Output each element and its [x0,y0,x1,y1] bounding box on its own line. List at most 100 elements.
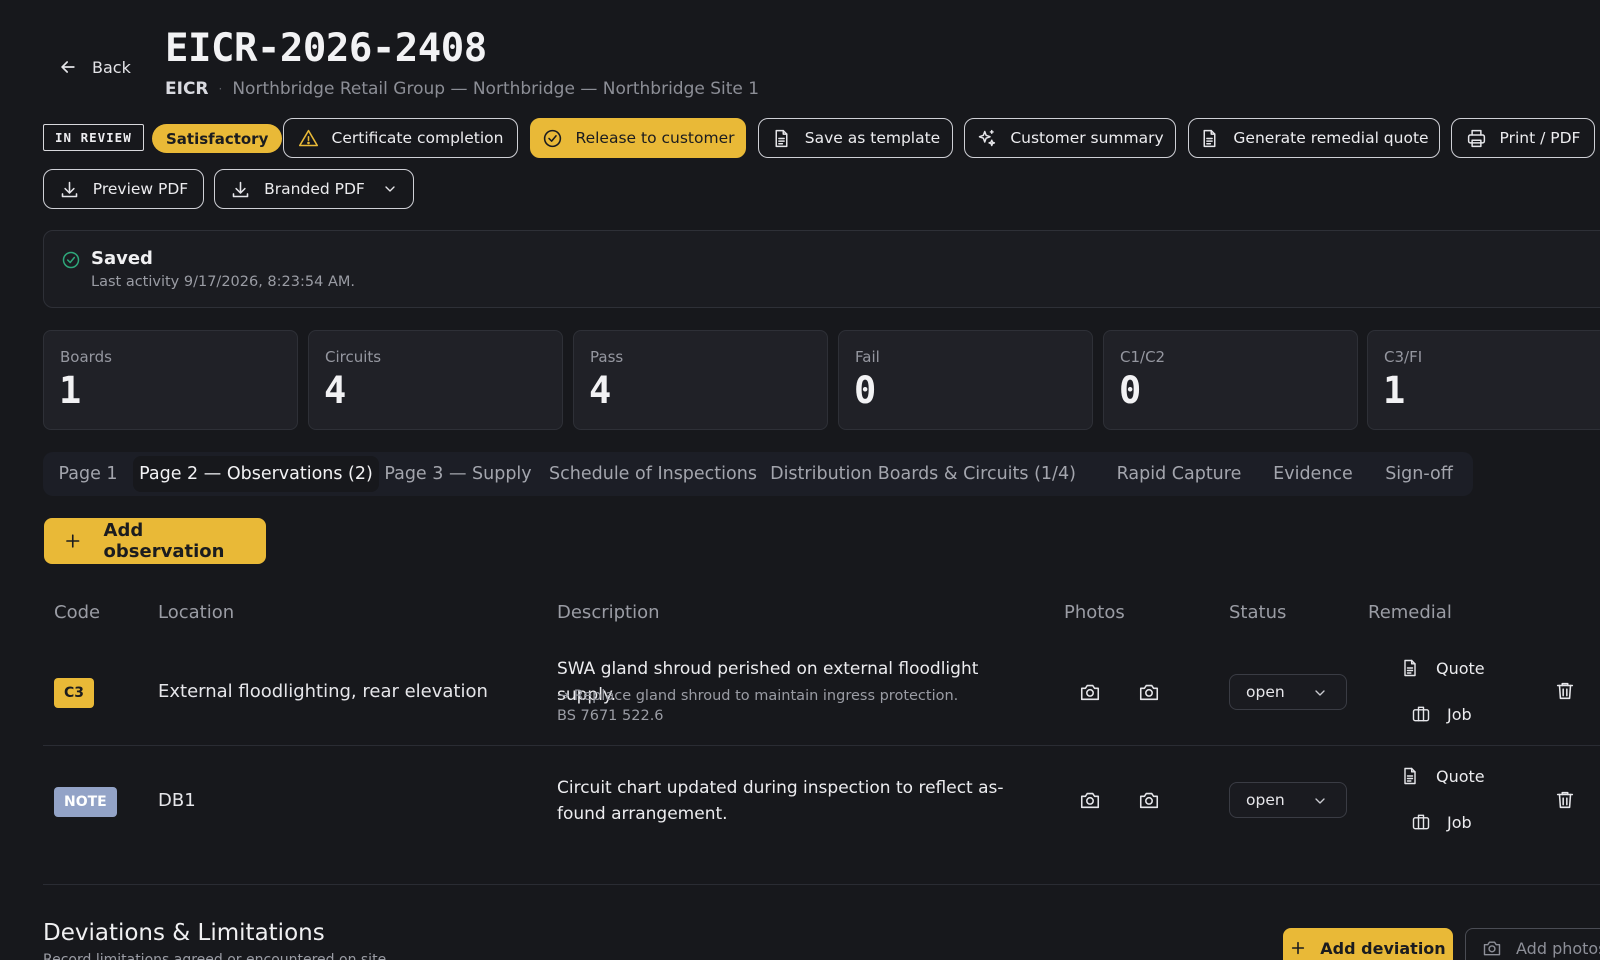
branded-pdf-label: Branded PDF [264,180,365,198]
certificate-completion-button[interactable]: Certificate completion [283,118,518,158]
stat-label: Fail [855,348,880,366]
status-select[interactable]: open [1229,674,1347,710]
chevron-down-icon [1312,685,1328,701]
stat-card-pass: Pass 4 [573,330,828,430]
breadcrumb: EICR · Northbridge Retail Group — Northb… [165,79,759,99]
status-badge: IN REVIEW [43,124,144,151]
tab-distribution-boards[interactable]: Distribution Boards & Circuits (1/4) [770,456,1076,492]
tab-sign-off[interactable]: Sign-off [1373,456,1465,492]
release-to-customer-button[interactable]: Release to customer [530,118,746,158]
document-icon [1199,128,1220,149]
certificate-kind: EICR [165,79,209,99]
stat-card-circuits: Circuits 4 [308,330,563,430]
stat-label: C1/C2 [1120,348,1166,366]
observation-reference: BS 7671 522.6 [557,708,664,724]
code-badge: C3 [54,678,95,708]
job-button[interactable]: Job [1411,700,1472,728]
document-icon [1400,658,1420,678]
print-pdf-button[interactable]: Print / PDF [1451,118,1595,158]
camera-icon [1482,938,1502,958]
job-button[interactable]: Job [1411,808,1472,836]
generate-remedial-quote-button[interactable]: Generate remedial quote [1188,118,1440,158]
camera-icon[interactable] [1138,681,1160,703]
download-icon [230,179,251,200]
stat-value: 4 [589,369,612,412]
stat-label: C3/FI [1384,348,1423,366]
camera-icon[interactable] [1138,789,1160,811]
back-button[interactable]: Back [58,54,131,80]
add-deviation-button[interactable]: Add deviation [1283,928,1453,960]
tab-page-1[interactable]: Page 1 [47,456,129,492]
page-title: EICR-2026-2408 [165,26,487,71]
observation-location: DB1 [158,790,196,811]
sparkles-icon [976,128,997,149]
printer-icon [1466,128,1487,149]
status-value: open [1246,791,1285,809]
result-badge: Satisfactory [152,124,283,153]
customer-summary-label: Customer summary [1010,129,1164,147]
stat-card-c1-c2: C1/C2 0 [1103,330,1358,430]
observation-remedy: → Replace gland shroud to maintain ingre… [557,688,959,704]
add-deviation-label: Add deviation [1320,938,1446,958]
download-icon [59,179,80,200]
generate-remedial-quote-label: Generate remedial quote [1233,129,1429,147]
tab-rapid-capture[interactable]: Rapid Capture [1109,456,1249,492]
check-circle-icon [542,128,563,149]
document-icon [771,128,792,149]
status-select[interactable]: open [1229,782,1347,818]
briefcase-icon [1411,812,1431,832]
tab-evidence[interactable]: Evidence [1263,456,1363,492]
deviations-subtitle: Record limitations agreed or encountered… [43,952,391,960]
certificate-completion-label: Certificate completion [331,129,504,147]
separator-dot: · [218,82,223,96]
column-header-location: Location [158,602,235,623]
section-divider [43,884,1600,885]
quote-label: Quote [1436,658,1485,678]
add-photos-button[interactable]: Add photos [1465,928,1600,960]
chevron-down-icon [1312,793,1328,809]
add-photos-label: Add photos [1516,938,1600,958]
customer-summary-button[interactable]: Customer summary [964,118,1176,158]
preview-pdf-button[interactable]: Preview PDF [43,169,204,209]
stat-card-boards: Boards 1 [43,330,298,430]
deviations-title: Deviations & Limitations [43,920,325,946]
column-header-description: Description [557,602,660,623]
job-label: Job [1447,704,1472,724]
branded-pdf-dropdown[interactable]: Branded PDF [214,169,414,209]
quote-button[interactable]: Quote [1400,654,1485,682]
save-as-template-button[interactable]: Save as template [758,118,953,158]
tab-page-2-observations[interactable]: Page 2 — Observations (2) [133,456,379,492]
quote-button[interactable]: Quote [1400,762,1485,790]
stat-card-c3-fi: C3/FI 1 [1367,330,1600,430]
check-circle-icon [61,250,81,270]
stat-value: 1 [59,369,82,412]
plus-icon [64,532,82,550]
stat-label: Pass [590,348,624,366]
trash-icon[interactable] [1554,680,1576,702]
arrow-left-icon [58,57,78,77]
stat-value: 0 [1119,369,1142,412]
column-header-code: Code [54,602,101,623]
camera-icon[interactable] [1079,681,1101,703]
briefcase-icon [1411,704,1431,724]
release-to-customer-label: Release to customer [575,129,735,147]
tab-page-3-supply[interactable]: Page 3 — Supply [383,456,533,492]
add-observation-label: Add observation [103,520,225,562]
column-header-status: Status [1229,602,1287,623]
plus-icon [1290,940,1306,956]
last-activity: Last activity 9/17/2026, 8:23:54 AM. [91,274,355,290]
trash-icon[interactable] [1554,789,1576,811]
row-divider [43,745,1600,746]
chevron-down-icon [382,181,398,197]
column-header-photos: Photos [1064,602,1125,623]
print-pdf-label: Print / PDF [1499,129,1581,147]
code-badge: NOTE [54,787,117,817]
quote-label: Quote [1436,766,1485,786]
stat-value: 4 [324,369,347,412]
add-observation-button[interactable]: Add observation [44,518,266,564]
job-label: Job [1447,812,1472,832]
status-value: open [1246,683,1285,701]
tab-schedule-of-inspections[interactable]: Schedule of Inspections [543,456,763,492]
observation-location: External floodlighting, rear elevation [158,681,488,702]
camera-icon[interactable] [1079,789,1101,811]
